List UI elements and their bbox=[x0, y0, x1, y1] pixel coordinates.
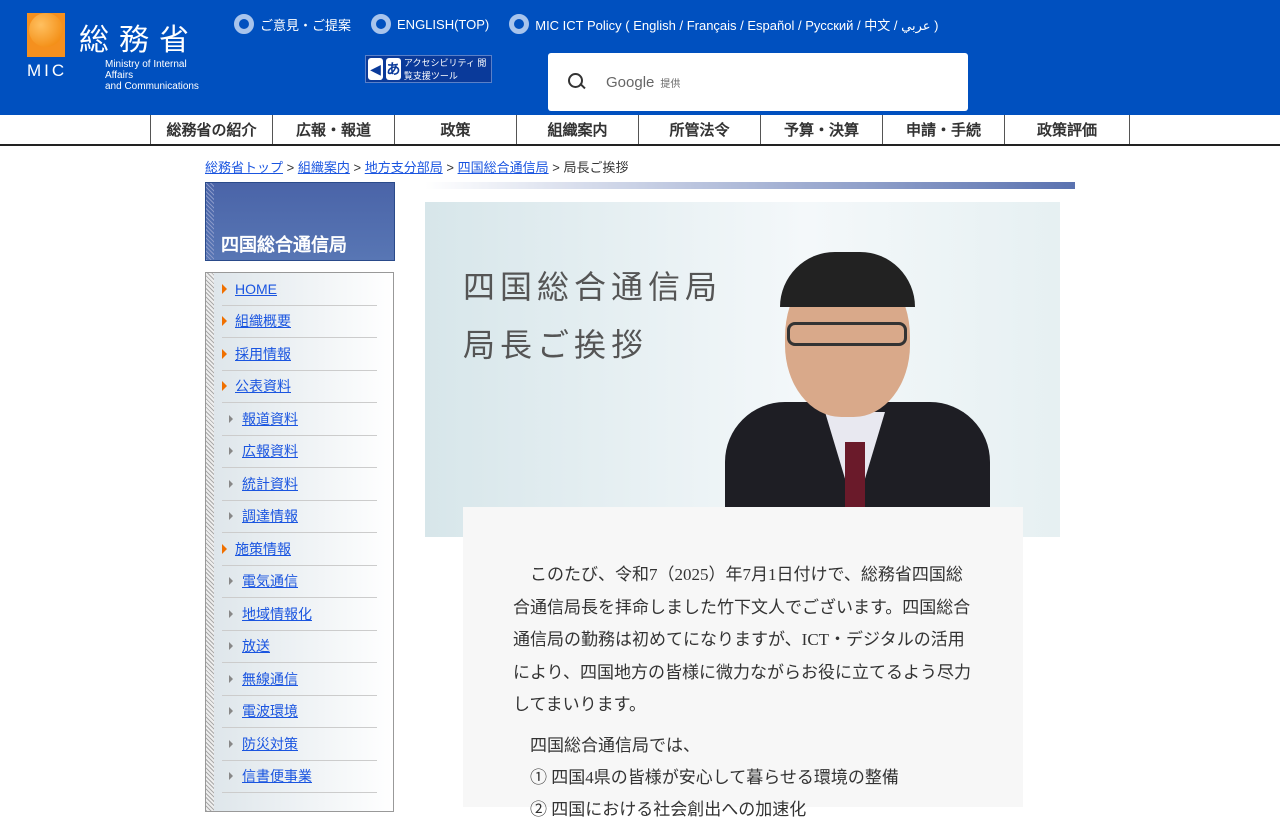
logo-emblem-icon bbox=[27, 13, 65, 57]
arrow-icon bbox=[229, 577, 233, 586]
sidebar-link[interactable]: 採用情報 bbox=[235, 344, 291, 364]
sidebar-item[interactable]: 信書便事業 bbox=[222, 761, 377, 793]
greeting-paragraph: 四国総合通信局では、 bbox=[530, 735, 700, 755]
arrow-icon bbox=[222, 381, 227, 392]
arrow-icon bbox=[222, 283, 227, 294]
sidebar-item[interactable]: 報道資料 bbox=[222, 403, 377, 436]
arrow-icon bbox=[229, 479, 233, 488]
sidebar-link[interactable]: 組織概要 bbox=[235, 311, 291, 331]
logo-kanji: 総務省 bbox=[79, 24, 199, 57]
sidebar-item[interactable]: 採用情報 bbox=[222, 338, 377, 371]
sidebar-link[interactable]: 公表資料 bbox=[235, 376, 291, 396]
radio-bullet-icon bbox=[371, 14, 392, 34]
speaker-icon: ◀ bbox=[368, 58, 383, 80]
sidebar-item[interactable]: 無線通信 bbox=[222, 663, 377, 696]
director-photo bbox=[725, 242, 990, 507]
sidebar-item[interactable]: 施策情報 bbox=[222, 533, 377, 566]
sidebar-item[interactable]: 電気通信 bbox=[222, 566, 377, 598]
breadcrumb: 総務省トップ > 組織案内 > 地方支分部局 > 四国総合通信局 > 局長ご挨拶 bbox=[205, 160, 629, 175]
arrow-icon bbox=[222, 543, 227, 554]
nav-policy[interactable]: 政策 bbox=[394, 115, 516, 144]
nav-about[interactable]: 総務省の紹介 bbox=[150, 115, 272, 144]
sidebar-item[interactable]: 調達情報 bbox=[222, 501, 377, 533]
arrow-icon bbox=[229, 609, 233, 618]
arrow-icon bbox=[229, 414, 233, 423]
goal-item: ① 四国4県の皆様が安心して暮らせる環境の整備 bbox=[530, 767, 899, 787]
arrow-icon bbox=[229, 739, 233, 748]
arrow-icon bbox=[222, 316, 227, 327]
site-header: 総務省 MIC Ministry of Internal Affairs and … bbox=[0, 0, 1280, 115]
sidebar-item[interactable]: 地域情報化 bbox=[222, 598, 377, 631]
feedback-link[interactable]: ご意見・ご提案 bbox=[234, 14, 351, 34]
logo-english: Ministry of Internal Affairs and Communic… bbox=[105, 59, 199, 92]
sidebar-link[interactable]: 信書便事業 bbox=[242, 766, 312, 786]
breadcrumb-link[interactable]: 組織案内 bbox=[298, 160, 350, 175]
sidebar-link[interactable]: 防災対策 bbox=[242, 734, 298, 754]
breadcrumb-current: 局長ご挨拶 bbox=[563, 160, 629, 175]
sidebar-menu: HOME 組織概要採用情報公表資料報道資料広報資料統計資料調達情報施策情報電気通信… bbox=[205, 272, 394, 812]
nav-budget[interactable]: 予算・決算 bbox=[760, 115, 882, 144]
sidebar-item[interactable]: 組織概要 bbox=[222, 306, 377, 338]
greeting-text: このたび、令和7（2025）年7月1日付けで、総務省四国総合通信局長を拝命しまし… bbox=[463, 507, 1023, 819]
search-icon[interactable] bbox=[568, 73, 586, 91]
sidebar-link[interactable]: 電波環境 bbox=[242, 701, 298, 721]
english-link[interactable]: ENGLISH(TOP) bbox=[371, 14, 489, 34]
search-input[interactable]: Google 提供 bbox=[548, 53, 968, 111]
arrow-icon bbox=[229, 674, 233, 683]
sidebar-link[interactable]: 調達情報 bbox=[242, 506, 298, 526]
sidebar-link[interactable]: 施策情報 bbox=[235, 539, 291, 559]
arrow-icon bbox=[229, 447, 233, 456]
sidebar-item[interactable]: 電波環境 bbox=[222, 696, 377, 728]
decorative-bar bbox=[425, 182, 1075, 189]
hero-title: 四国総合通信局 bbox=[463, 269, 723, 305]
ict-policy-link[interactable]: MIC ICT Policy ( English / Français / Es… bbox=[509, 14, 938, 34]
sidebar-item[interactable]: 統計資料 bbox=[222, 468, 377, 501]
accessibility-tool-button[interactable]: ◀ あ アクセシビリティ 閲覧支援ツール bbox=[365, 55, 492, 83]
goal-item: ② 四国における社会創出への加速化 bbox=[530, 799, 807, 819]
sidebar-link[interactable]: HOME bbox=[235, 281, 277, 297]
breadcrumb-link[interactable]: 総務省トップ bbox=[205, 160, 283, 175]
nav-organization[interactable]: 組織案内 bbox=[516, 115, 638, 144]
arrow-icon bbox=[222, 348, 227, 359]
google-brand: Google bbox=[606, 73, 655, 91]
arrow-icon bbox=[229, 772, 233, 781]
radio-bullet-icon bbox=[234, 14, 254, 34]
arrow-icon bbox=[229, 707, 233, 716]
hero-subtitle: 局長ご挨拶 bbox=[463, 327, 649, 363]
sidebar-link[interactable]: 広報資料 bbox=[242, 441, 298, 461]
nav-applications[interactable]: 申請・手続 bbox=[882, 115, 1004, 144]
hiragana-icon: あ bbox=[385, 58, 401, 80]
hero-banner: 四国総合通信局 局長ご挨拶 bbox=[425, 202, 1060, 537]
sidebar-link[interactable]: 無線通信 bbox=[242, 669, 298, 689]
radio-bullet-icon bbox=[509, 14, 530, 34]
sidebar-link[interactable]: 地域情報化 bbox=[242, 604, 312, 624]
accessibility-label: アクセシビリティ 閲覧支援ツール bbox=[403, 58, 487, 81]
sidebar-link[interactable]: 放送 bbox=[242, 636, 270, 656]
provided-label: 提供 bbox=[660, 78, 681, 90]
global-nav: 総務省の紹介 広報・報道 政策 組織案内 所管法令 予算・決算 申請・手続 政策… bbox=[0, 115, 1280, 146]
sidebar-item[interactable]: HOME bbox=[222, 273, 377, 306]
arrow-icon bbox=[229, 512, 233, 521]
sidebar-link[interactable]: 統計資料 bbox=[242, 474, 298, 494]
sidebar-item[interactable]: 広報資料 bbox=[222, 436, 377, 468]
arrow-icon bbox=[229, 642, 233, 651]
breadcrumb-link[interactable]: 四国総合通信局 bbox=[458, 160, 549, 175]
logo-abbr: MIC bbox=[27, 61, 68, 80]
nav-pr[interactable]: 広報・報道 bbox=[272, 115, 394, 144]
nav-evaluation[interactable]: 政策評価 bbox=[1004, 115, 1130, 144]
sidebar-item[interactable]: 公表資料 bbox=[222, 371, 377, 403]
sidebar-link[interactable]: 電気通信 bbox=[242, 571, 298, 591]
sidebar-item[interactable]: 放送 bbox=[222, 631, 377, 663]
sidebar-title: 四国総合通信局 bbox=[205, 182, 395, 261]
sidebar-link[interactable]: 報道資料 bbox=[242, 409, 298, 429]
mic-logo[interactable]: 総務省 MIC Ministry of Internal Affairs and … bbox=[27, 13, 212, 92]
top-links: ご意見・ご提案 ENGLISH(TOP) MIC ICT Policy ( En… bbox=[234, 14, 938, 34]
nav-laws[interactable]: 所管法令 bbox=[638, 115, 760, 144]
sidebar-item[interactable]: 防災対策 bbox=[222, 728, 377, 761]
breadcrumb-link[interactable]: 地方支分部局 bbox=[365, 160, 443, 175]
greeting-paragraph: このたび、令和7（2025）年7月1日付けで、総務省四国総合通信局長を拝命しまし… bbox=[513, 565, 971, 714]
